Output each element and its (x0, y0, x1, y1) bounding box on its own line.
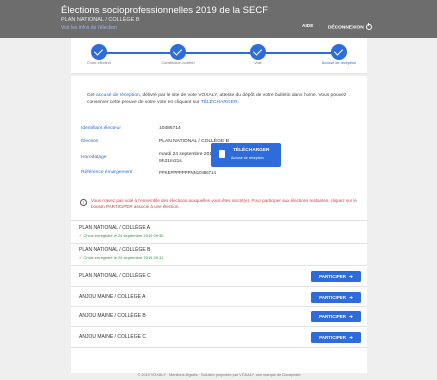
voter-id-label: Identifiant électeur (81, 126, 121, 131)
arrow-right-icon: ➔ (349, 335, 353, 340)
download-button[interactable]: TÉLÉCHARGER Accusé de réception (211, 143, 281, 167)
participate-button[interactable]: PARTICIPER ➔ (311, 271, 361, 282)
download-label: TÉLÉCHARGER (233, 148, 270, 153)
arrow-right-icon: ➔ (349, 295, 353, 300)
receipt-link[interactable]: accusé de réception (96, 93, 140, 98)
election-row-completed: PLAN NATIONAL / COLLÈGE B ✓ Choix enregi… (71, 243, 367, 265)
ref-value: PPKEPPPPPPPNN10486714 (159, 170, 216, 175)
election-row-completed: PLAN NATIONAL / COLLÈGE A ✓ Choix enregi… (71, 220, 367, 243)
election-label: Élection (81, 139, 99, 144)
step-label: Accusé de réception (321, 61, 357, 65)
participate-label: PARTICIPER (319, 274, 347, 279)
election-title: ANJOU MAINE / COLLÈGE C (79, 334, 146, 340)
saved-note: ✓ Choix enregistré le 24 septembre 2019 … (79, 233, 164, 238)
check-icon (250, 44, 266, 60)
check-icon (170, 44, 186, 60)
election-info-link[interactable]: Voir les infos de l'élection (61, 25, 117, 31)
election-title: PLAN NATIONAL / COLLÈGE C (79, 273, 151, 279)
step-constitution-bulletin: Constitution bulletin (148, 44, 208, 66)
step-label: Choix électeur (86, 61, 112, 65)
document-icon (219, 150, 225, 158)
download-text-link[interactable]: TÉLÉCHARGER (201, 100, 238, 105)
step-label: Vote (254, 61, 262, 65)
election-title: ANJOU MAINE / COLLÈGE B (79, 313, 146, 319)
saved-note: ✓ Choix enregistré le 24 septembre 2019 … (79, 255, 164, 260)
election-row-pending: ANJOU MAINE / COLLÈGE C PARTICIPER ➔ (71, 326, 367, 348)
voter-id-value: 10486714 (159, 126, 181, 131)
page-title: Élections socioprofessionnelles 2019 de … (61, 5, 269, 16)
participate-label: PARTICIPER (319, 314, 347, 319)
footer: © 2019 VOXALY · Mentions légales · Solut… (137, 373, 301, 377)
timestamp-value-line2: 9h31m21s (159, 158, 182, 164)
logout-button[interactable]: DÉCONNEXION (328, 23, 372, 31)
download-sublabel: Accusé de réception (231, 156, 264, 160)
arrow-right-icon: ➔ (349, 274, 353, 279)
participate-label: PARTICIPER (319, 335, 347, 340)
intro-text: Cet (87, 93, 96, 98)
election-title: ANJOU MAINE / COLLÈGE A (79, 294, 146, 300)
election-row-pending: ANJOU MAINE / COLLÈGE B PARTICIPER ➔ (71, 306, 367, 326)
election-title: PLAN NATIONAL / COLLÈGE A (79, 225, 151, 231)
step-choix-electeur: Choix électeur (69, 44, 129, 66)
election-row-pending: PLAN NATIONAL / COLLÈGE C PARTICIPER ➔ (71, 265, 367, 286)
step-label: Constitution bulletin (161, 61, 195, 65)
participate-button[interactable]: PARTICIPER ➔ (311, 292, 361, 303)
current-college: PLAN NATIONAL / COLLÈGE B (61, 17, 140, 23)
help-link[interactable]: AIDE (302, 24, 313, 29)
receipt-intro: Cet accusé de réception, délivré par le … (87, 92, 357, 106)
election-row-pending: ANJOU MAINE / COLLÈGE A PARTICIPER ➔ (71, 286, 367, 306)
arrow-right-icon: ➔ (349, 314, 353, 319)
progress-stepper: Choix électeur Constitution bulletin Vot… (71, 38, 367, 74)
info-icon: ! (80, 199, 87, 206)
intro-text: . (237, 100, 239, 105)
app-header: Élections socioprofessionnelles 2019 de … (0, 0, 437, 38)
participate-button[interactable]: PARTICIPER ➔ (311, 311, 361, 322)
logout-label: DÉCONNEXION (328, 25, 364, 31)
election-title: PLAN NATIONAL / COLLÈGE B (79, 247, 151, 253)
participate-label: PARTICIPER (319, 295, 347, 300)
participate-button[interactable]: PARTICIPER ➔ (311, 332, 361, 343)
warning-message: Vous n'avez pas voté à l'ensemble des él… (91, 198, 357, 209)
step-vote: Vote (228, 44, 288, 66)
power-icon (365, 23, 372, 30)
ref-label: Référence émargement (81, 170, 133, 175)
step-accuse-reception: Accusé de réception (309, 44, 369, 66)
stepper-line (99, 52, 339, 54)
check-icon (91, 44, 107, 60)
timestamp-label: Horodatage (81, 155, 107, 160)
check-icon (331, 44, 347, 60)
